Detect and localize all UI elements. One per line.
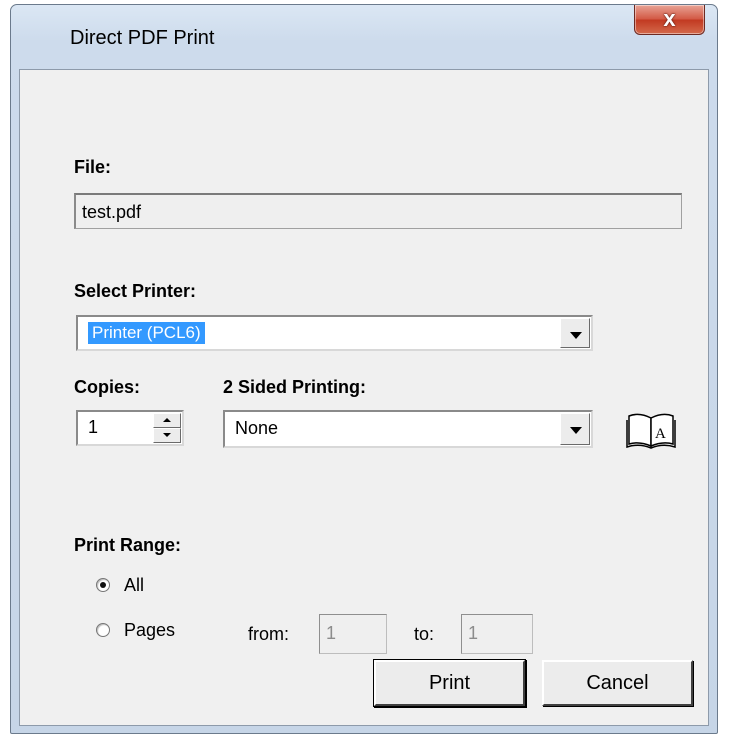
close-icon: x xyxy=(663,6,676,31)
title-bar[interactable]: Direct PDF Print x xyxy=(11,5,717,69)
two-sided-select[interactable]: None xyxy=(223,410,593,448)
copies-stepper[interactable]: 1 xyxy=(76,410,184,446)
printer-select[interactable]: Printer (PCL6) xyxy=(76,315,593,351)
copies-label: Copies: xyxy=(74,377,141,397)
copies-up-icon[interactable] xyxy=(153,413,181,428)
dialog-window: Direct PDF Print x File: test.pdf Select… xyxy=(10,4,718,734)
svg-text:A: A xyxy=(655,426,666,442)
copies-down-icon[interactable] xyxy=(153,428,181,443)
from-label: from: xyxy=(248,624,290,644)
select-printer-label: Select Printer: xyxy=(74,281,197,301)
two-sided-label: 2 Sided Printing: xyxy=(223,377,367,397)
from-field[interactable]: 1 xyxy=(319,614,387,654)
cancel-button[interactable]: Cancel xyxy=(542,660,693,706)
range-pages-radio[interactable] xyxy=(96,623,110,637)
file-label: File: xyxy=(74,157,112,177)
dialog-body: File: test.pdf Select Printer: Printer (… xyxy=(19,69,709,726)
range-all-radio[interactable] xyxy=(96,578,110,592)
two-sided-selected-value: None xyxy=(235,418,279,438)
copies-value[interactable]: 1 xyxy=(88,417,98,438)
printer-selected-value: Printer (PCL6) xyxy=(88,322,205,344)
two-sided-dropdown-arrow-icon[interactable] xyxy=(560,413,590,445)
close-button[interactable]: x xyxy=(634,5,705,35)
book-icon: A xyxy=(626,413,676,449)
range-all-label[interactable]: All xyxy=(124,575,144,596)
to-field[interactable]: 1 xyxy=(461,614,533,654)
print-button[interactable]: Print xyxy=(374,660,525,706)
to-label: to: xyxy=(414,624,435,644)
printer-dropdown-arrow-icon[interactable] xyxy=(560,318,590,348)
to-value: 1 xyxy=(468,623,479,643)
range-pages-label[interactable]: Pages xyxy=(124,620,175,641)
print-range-label: Print Range: xyxy=(74,535,182,555)
file-field: test.pdf xyxy=(74,193,682,229)
file-value: test.pdf xyxy=(82,202,142,222)
window-title: Direct PDF Print xyxy=(70,27,215,49)
from-value: 1 xyxy=(326,623,337,643)
